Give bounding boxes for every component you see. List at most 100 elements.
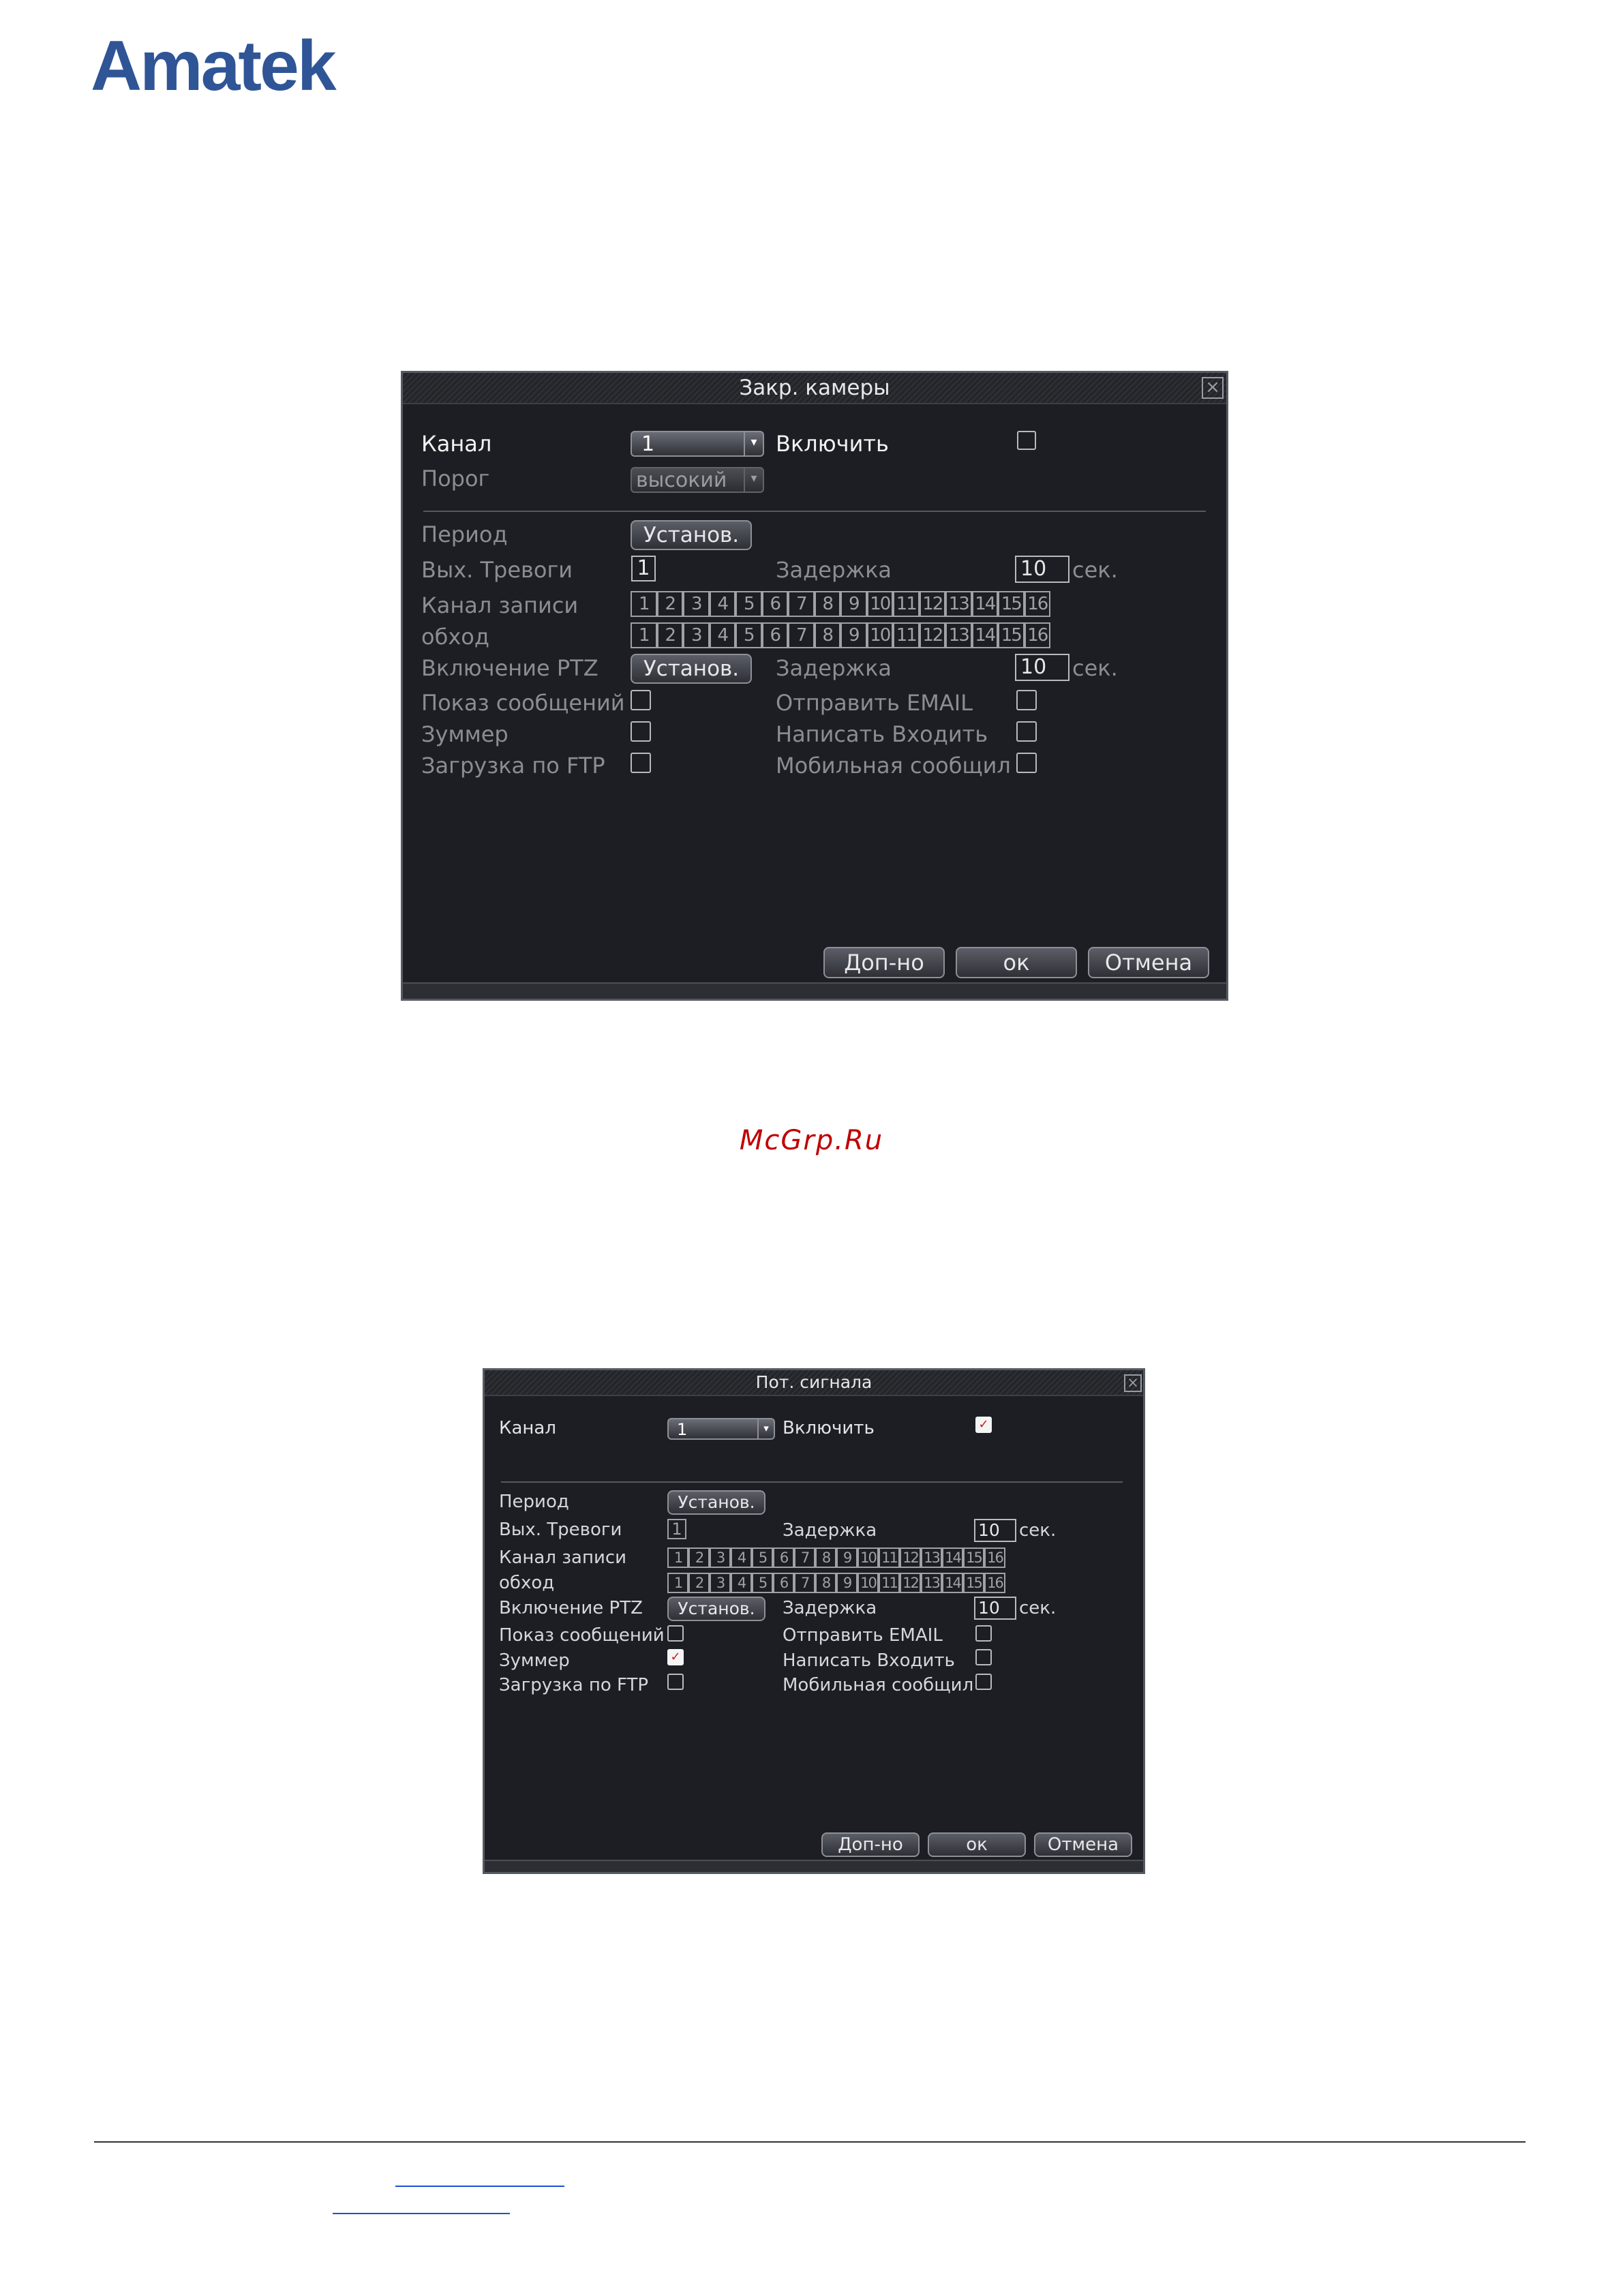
channel-toggle[interactable]: 15 (998, 622, 1025, 648)
channel-toggle[interactable]: 2 (688, 1547, 710, 1568)
channel-toggle[interactable]: 13 (921, 1573, 942, 1593)
channel-toggle[interactable]: 5 (752, 1573, 773, 1593)
channel-toggle[interactable]: 16 (1024, 622, 1050, 648)
channel-toggle[interactable]: 5 (735, 591, 762, 617)
channel-toggle[interactable]: 10 (866, 591, 893, 617)
channel-select[interactable]: 1 ▾ (667, 1418, 775, 1440)
channel-toggle[interactable]: 16 (984, 1547, 1005, 1568)
channel-toggle[interactable]: 4 (709, 591, 735, 617)
channel-toggle[interactable]: 5 (735, 622, 762, 648)
channel-toggle[interactable]: 7 (794, 1547, 815, 1568)
mobile-checkbox[interactable] (1016, 753, 1037, 773)
channel-toggle[interactable]: 16 (1024, 591, 1050, 617)
channel-toggle[interactable]: 6 (761, 622, 788, 648)
channel-toggle[interactable]: 5 (752, 1547, 773, 1568)
channel-toggle[interactable]: 15 (963, 1573, 984, 1593)
buzzer-checkbox[interactable] (631, 721, 651, 742)
ok-button[interactable]: ок (956, 947, 1077, 978)
period-set-button[interactable]: Установ. (631, 520, 752, 550)
channel-toggle[interactable]: 2 (656, 622, 683, 648)
channel-select[interactable]: 1 ▾ (631, 431, 764, 457)
channel-toggle[interactable]: 9 (836, 1547, 858, 1568)
channel-toggle[interactable]: 15 (963, 1547, 984, 1568)
channel-toggle[interactable]: 8 (815, 1547, 836, 1568)
channel-toggle[interactable]: 4 (731, 1573, 752, 1593)
buzzer-checkbox[interactable]: ✓ (667, 1649, 684, 1665)
channel-toggle[interactable]: 9 (840, 622, 867, 648)
channel-toggle[interactable]: 14 (971, 622, 998, 648)
channel-toggle[interactable]: 6 (761, 591, 788, 617)
footer-link-underline-2[interactable] (333, 2213, 510, 2214)
channel-toggle[interactable]: 16 (984, 1573, 1005, 1593)
channel-toggle[interactable]: 10 (866, 622, 893, 648)
channel-toggle[interactable]: 14 (971, 591, 998, 617)
ptz-set-button[interactable]: Установ. (667, 1597, 765, 1621)
cancel-button[interactable]: Отмена (1034, 1832, 1132, 1857)
channel-toggle[interactable]: 3 (683, 622, 710, 648)
close-icon[interactable]: × (1124, 1374, 1142, 1392)
channel-toggle[interactable]: 3 (710, 1547, 731, 1568)
alarm-out-selector[interactable]: 1 (631, 556, 656, 581)
channel-toggle[interactable]: 13 (945, 591, 972, 617)
channel-toggle[interactable]: 14 (942, 1547, 963, 1568)
channel-toggle[interactable]: 10 (858, 1547, 879, 1568)
delay-input[interactable]: 10 (974, 1519, 1016, 1542)
channel-toggle[interactable]: 12 (900, 1547, 921, 1568)
advanced-button[interactable]: Доп-но (823, 947, 945, 978)
delay-input[interactable]: 10 (974, 1597, 1016, 1620)
show-message-checkbox[interactable] (667, 1625, 684, 1642)
channel-toggle[interactable]: 7 (794, 1573, 815, 1593)
ftp-checkbox[interactable] (631, 753, 651, 773)
channel-toggle[interactable]: 1 (667, 1547, 688, 1568)
channel-toggle[interactable]: 6 (773, 1573, 794, 1593)
ok-button[interactable]: ок (928, 1832, 1026, 1857)
channel-toggle[interactable]: 7 (788, 591, 815, 617)
mobile-checkbox[interactable] (975, 1674, 992, 1690)
send-email-checkbox[interactable] (1016, 690, 1037, 710)
channel-toggle[interactable]: 11 (879, 1547, 900, 1568)
channel-toggle[interactable]: 13 (921, 1547, 942, 1568)
channel-toggle[interactable]: 2 (656, 591, 683, 617)
channel-toggle[interactable]: 3 (710, 1573, 731, 1593)
period-set-button[interactable]: Установ. (667, 1490, 765, 1515)
channel-toggle[interactable]: 1 (631, 622, 657, 648)
delay-input[interactable]: 10 (1015, 654, 1070, 681)
enable-checkbox[interactable] (1017, 431, 1036, 450)
channel-toggle[interactable]: 11 (879, 1573, 900, 1593)
write-log-checkbox[interactable] (975, 1649, 992, 1665)
advanced-button[interactable]: Доп-но (821, 1832, 920, 1857)
enable-checkbox[interactable]: ✓ (975, 1417, 992, 1433)
channel-toggle[interactable]: 4 (709, 622, 735, 648)
write-log-checkbox[interactable] (1016, 721, 1037, 742)
channel-toggle[interactable]: 10 (858, 1573, 879, 1593)
channel-toggle[interactable]: 12 (919, 622, 945, 648)
show-message-checkbox[interactable] (631, 690, 651, 710)
channel-toggle[interactable]: 8 (814, 622, 840, 648)
channel-toggle[interactable]: 7 (788, 622, 815, 648)
channel-toggle[interactable]: 12 (900, 1573, 921, 1593)
channel-toggle[interactable]: 15 (998, 591, 1025, 617)
delay-input[interactable]: 10 (1015, 556, 1070, 583)
channel-toggle[interactable]: 8 (814, 591, 840, 617)
channel-toggle[interactable]: 6 (773, 1547, 794, 1568)
close-icon[interactable]: × (1202, 377, 1224, 399)
ptz-set-button[interactable]: Установ. (631, 654, 752, 684)
channel-toggle[interactable]: 14 (942, 1573, 963, 1593)
channel-toggle[interactable]: 3 (683, 591, 710, 617)
channel-toggle[interactable]: 1 (667, 1573, 688, 1593)
channel-toggle[interactable]: 9 (836, 1573, 858, 1593)
alarm-out-selector[interactable]: 1 (667, 1519, 686, 1539)
channel-toggle[interactable]: 12 (919, 591, 945, 617)
channel-toggle[interactable]: 2 (688, 1573, 710, 1593)
ftp-checkbox[interactable] (667, 1674, 684, 1690)
cancel-button[interactable]: Отмена (1088, 947, 1209, 978)
channel-toggle[interactable]: 11 (893, 591, 920, 617)
channel-toggle[interactable]: 9 (840, 591, 867, 617)
channel-toggle[interactable]: 11 (893, 622, 920, 648)
channel-toggle[interactable]: 8 (815, 1573, 836, 1593)
channel-toggle[interactable]: 1 (631, 591, 657, 617)
channel-toggle[interactable]: 13 (945, 622, 972, 648)
channel-toggle[interactable]: 4 (731, 1547, 752, 1568)
send-email-checkbox[interactable] (975, 1625, 992, 1642)
footer-link-underline-1[interactable] (395, 2186, 564, 2187)
